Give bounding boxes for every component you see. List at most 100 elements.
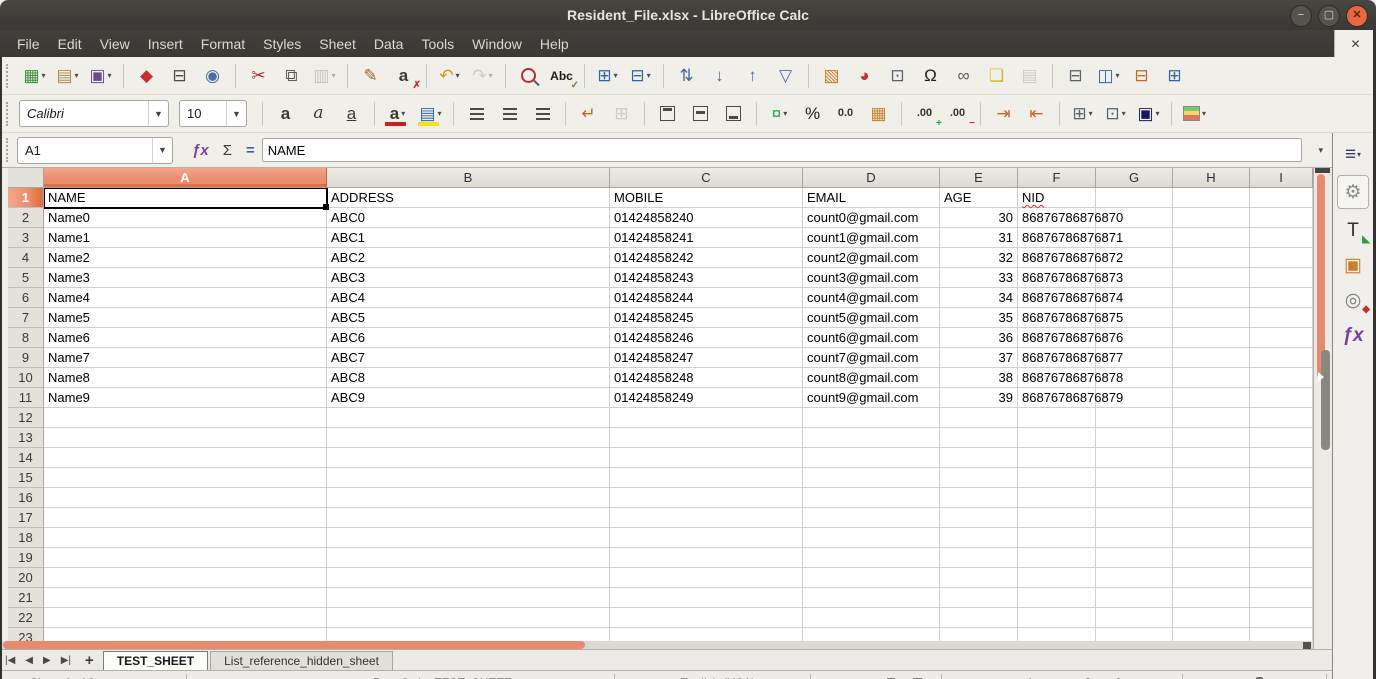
row-header-18[interactable]: 18 bbox=[8, 528, 43, 548]
select-all-corner[interactable] bbox=[8, 168, 44, 188]
selection-mode-icon[interactable]: ⊡ bbox=[886, 675, 896, 679]
cell-D9[interactable]: count7@gmail.com bbox=[807, 348, 918, 368]
borders-button[interactable]: ⊞▾ bbox=[1067, 100, 1098, 128]
menu-styles[interactable]: Styles bbox=[254, 32, 310, 56]
cell-F5[interactable]: 86876786876873 bbox=[1022, 268, 1123, 288]
underline-button[interactable]: a bbox=[336, 100, 367, 128]
formula-input[interactable]: NAME bbox=[262, 138, 1302, 162]
autofilter-button[interactable]: ▽ bbox=[770, 62, 801, 90]
cell-A2[interactable]: Name0 bbox=[48, 208, 90, 228]
sort-button[interactable]: ⇅ bbox=[671, 62, 702, 90]
font-size-combo[interactable]: 10 ▼ bbox=[179, 100, 247, 127]
cell-A10[interactable]: Name8 bbox=[48, 368, 90, 388]
dropdown-arrow-icon[interactable]: ▾ bbox=[614, 71, 618, 80]
cell-B9[interactable]: ABC7 bbox=[331, 348, 365, 368]
copy-button[interactable]: ⧉ bbox=[276, 62, 307, 90]
column-header-C[interactable]: C bbox=[610, 168, 803, 188]
cell-B10[interactable]: ABC8 bbox=[331, 368, 365, 388]
freeze-rows-columns-button[interactable]: ◫▾ bbox=[1093, 62, 1124, 90]
insert-rows-button[interactable]: ⊞▾ bbox=[592, 62, 623, 90]
cell-A7[interactable]: Name5 bbox=[48, 308, 90, 328]
cell-A3[interactable]: Name1 bbox=[48, 228, 90, 248]
close-button[interactable]: ✕ bbox=[1346, 5, 1368, 27]
column-header-E[interactable]: E bbox=[940, 168, 1018, 188]
cell-F8[interactable]: 86876786876876 bbox=[1022, 328, 1123, 348]
cell-D10[interactable]: count8@gmail.com bbox=[807, 368, 918, 388]
insert-image-button[interactable]: ▧ bbox=[816, 62, 847, 90]
vertical-split-handle[interactable] bbox=[1315, 168, 1330, 173]
close-document-button[interactable]: ✕ bbox=[1334, 30, 1376, 57]
number-format-button[interactable]: 0.0 bbox=[830, 100, 861, 128]
cell-C1[interactable]: MOBILE bbox=[614, 188, 663, 208]
dropdown-arrow-icon[interactable]: ▾ bbox=[783, 109, 787, 118]
cell-F4[interactable]: 86876786876872 bbox=[1022, 248, 1123, 268]
insert-chart-button[interactable]: ◕ bbox=[849, 62, 880, 90]
sheet-tab-test_sheet[interactable]: TEST_SHEET bbox=[103, 651, 208, 670]
dropdown-arrow-icon[interactable]: ▾ bbox=[401, 109, 405, 118]
maximize-button[interactable]: ▢ bbox=[1318, 5, 1340, 27]
dropdown-arrow-icon[interactable]: ▾ bbox=[489, 71, 493, 80]
row-header-6[interactable]: 6 bbox=[8, 288, 43, 308]
cell-F11[interactable]: 86876786876879 bbox=[1022, 388, 1123, 408]
dropdown-arrow-icon[interactable]: ▾ bbox=[647, 71, 651, 80]
cell-D3[interactable]: count1@gmail.com bbox=[807, 228, 918, 248]
toolbar-grip[interactable] bbox=[6, 138, 12, 162]
sidebar-navigator-button[interactable]: ◎◆ bbox=[1338, 286, 1368, 314]
row-header-13[interactable]: 13 bbox=[8, 428, 43, 448]
name-box[interactable]: A1 ▼ bbox=[17, 137, 173, 164]
find-replace-button[interactable] bbox=[513, 62, 544, 90]
insert-comment-button[interactable]: ❏ bbox=[981, 62, 1012, 90]
bold-button[interactable]: a bbox=[270, 100, 301, 128]
toolbar-grip[interactable] bbox=[6, 64, 12, 88]
sidebar-styles-button[interactable]: T◣ bbox=[1338, 216, 1368, 244]
row-header-9[interactable]: 9 bbox=[8, 348, 43, 368]
column-header-G[interactable]: G bbox=[1096, 168, 1173, 188]
cell-E9[interactable]: 37 bbox=[940, 348, 1013, 368]
border-style-button[interactable]: ⊡▾ bbox=[1100, 100, 1131, 128]
function-wizard-icon[interactable]: ƒx bbox=[192, 142, 209, 159]
row-header-11[interactable]: 11 bbox=[8, 388, 43, 408]
show-draw-functions-button[interactable]: ⊞ bbox=[1159, 62, 1190, 90]
column-header-H[interactable]: H bbox=[1173, 168, 1250, 188]
toolbar-grip[interactable] bbox=[6, 102, 12, 126]
cell-A9[interactable]: Name7 bbox=[48, 348, 90, 368]
column-header-I[interactable]: I bbox=[1250, 168, 1313, 188]
delete-decimal-button[interactable]: .00− bbox=[942, 100, 973, 128]
cell-C3[interactable]: 01424858241 bbox=[614, 228, 694, 248]
menu-tools[interactable]: Tools bbox=[412, 32, 463, 56]
column-header-D[interactable]: D bbox=[803, 168, 940, 188]
spelling-button[interactable]: Abc✓ bbox=[546, 62, 577, 90]
cell-C11[interactable]: 01424858249 bbox=[614, 388, 694, 408]
row-header-5[interactable]: 5 bbox=[8, 268, 43, 288]
dropdown-arrow-icon[interactable]: ▾ bbox=[1089, 109, 1093, 118]
row-header-2[interactable]: 2 bbox=[8, 208, 43, 228]
menu-view[interactable]: View bbox=[91, 32, 139, 56]
dropdown-arrow-icon[interactable]: ▾ bbox=[75, 71, 79, 80]
align-bottom-button[interactable] bbox=[718, 100, 749, 128]
row-header-15[interactable]: 15 bbox=[8, 468, 43, 488]
font-color-button[interactable]: a▾ bbox=[382, 100, 413, 128]
vertical-scrollbar-slider[interactable] bbox=[1321, 350, 1330, 450]
sidebar-settings-button[interactable]: ≡▾ bbox=[1338, 140, 1368, 168]
cell-A5[interactable]: Name3 bbox=[48, 268, 90, 288]
print-area-button[interactable]: ⊟ bbox=[1060, 62, 1091, 90]
font-name-combo[interactable]: Calibri ▼ bbox=[19, 100, 169, 127]
undo-button[interactable]: ↶▾ bbox=[434, 62, 465, 90]
row-header-12[interactable]: 12 bbox=[8, 408, 43, 428]
column-header-F[interactable]: F bbox=[1018, 168, 1096, 188]
dropdown-arrow-icon[interactable]: ▾ bbox=[438, 109, 442, 118]
menu-sheet[interactable]: Sheet bbox=[310, 32, 365, 56]
sheet-cells[interactable]: NAMEADDRESSMOBILEEMAILAGENIDName0ABC0014… bbox=[44, 188, 1313, 641]
sum-icon[interactable]: Σ bbox=[223, 142, 232, 159]
export-pdf-button[interactable]: ◆ bbox=[131, 62, 162, 90]
row-header-10[interactable]: 10 bbox=[8, 368, 43, 388]
row-header-1[interactable]: 1 bbox=[8, 188, 43, 208]
first-sheet-button[interactable]: |◀ bbox=[0, 651, 20, 670]
dropdown-arrow-icon[interactable]: ▾ bbox=[42, 71, 46, 80]
menu-data[interactable]: Data bbox=[365, 32, 413, 56]
currency-button[interactable]: ¤▾ bbox=[764, 100, 795, 128]
clone-formatting-button[interactable]: ✎ bbox=[355, 62, 386, 90]
minimize-button[interactable]: − bbox=[1290, 5, 1312, 27]
chevron-down-icon[interactable]: ▼ bbox=[152, 138, 172, 163]
sort-ascending-button[interactable]: ↓ bbox=[704, 62, 735, 90]
